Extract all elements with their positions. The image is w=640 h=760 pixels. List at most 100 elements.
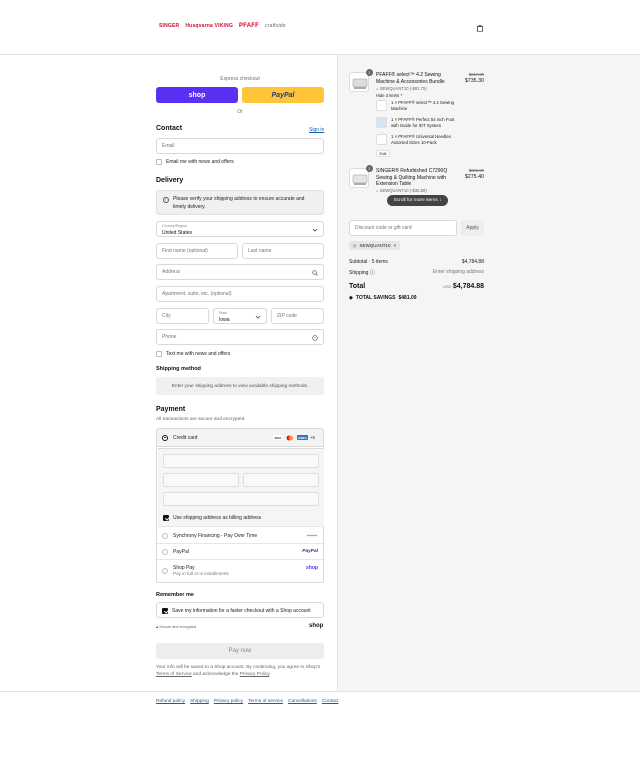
synchrony-radio[interactable]	[162, 532, 168, 539]
chevron-up-icon: ^	[400, 93, 403, 98]
first-name-placeholder: First name (optional)	[162, 248, 208, 254]
more-cards-count: +5	[309, 435, 315, 440]
country-label: Country/Region	[162, 224, 187, 228]
applied-code-label: SEWQUANT10	[359, 243, 391, 248]
shop-logo: shop	[309, 623, 324, 629]
name-on-card-field[interactable]	[163, 492, 319, 506]
shop-pay-button[interactable]: shop	[156, 87, 238, 103]
text-news-checkbox[interactable]: Text me with news and offers	[156, 351, 230, 357]
apartment-field[interactable]: Apartment, suite, etc. (optional)	[156, 286, 324, 302]
total-row: Total USD $4,784.88	[349, 283, 484, 290]
info-icon[interactable]: ⓘ	[370, 270, 375, 276]
sub-item-thumbnail	[376, 100, 387, 111]
total-value: $4,784.88	[452, 283, 484, 290]
help-icon[interactable]: ?	[312, 335, 318, 341]
tag-icon: ⌂	[376, 86, 379, 91]
singer-logo[interactable]: SINGER	[159, 23, 179, 29]
hide-items-label: Hide 3 items	[376, 93, 400, 98]
contact-link[interactable]: Contact	[322, 699, 339, 704]
credit-card-radio[interactable]	[162, 434, 168, 441]
craftside-logo[interactable]: craftside	[265, 23, 286, 29]
arrow-down-icon: ↓	[438, 198, 442, 203]
cancellations-link[interactable]: Cancellations	[288, 699, 317, 704]
pay-now-button[interactable]: Pay now	[156, 643, 324, 659]
discount-code-text: SEWQUANT10 (-$30.59)	[379, 188, 427, 193]
save-info-checkbox[interactable]: Save my information for a faster checkou…	[162, 608, 311, 614]
discount-code-field[interactable]: Discount code or gift card	[349, 220, 457, 236]
remove-code-icon[interactable]: ×	[393, 243, 396, 248]
discount-placeholder: Discount code or gift card	[355, 225, 412, 231]
checkbox-box[interactable]	[156, 159, 162, 165]
email-news-checkbox[interactable]: Email me with news and offers	[156, 159, 234, 165]
state-select[interactable]: State Iowa	[213, 308, 267, 324]
city-field[interactable]: City	[156, 308, 209, 324]
product-thumbnail	[349, 168, 369, 188]
mastercard-icon	[285, 435, 295, 440]
discount-code-applied: ⌂ SEWQUANT10 (-$30.59)	[376, 188, 427, 193]
paypal-radio[interactable]	[162, 548, 168, 555]
visa-icon: VISA	[272, 435, 283, 440]
country-select[interactable]: Country/Region United States	[156, 221, 324, 237]
last-name-field[interactable]: Last name	[242, 243, 324, 259]
zip-field[interactable]: ZIP code	[271, 308, 324, 324]
pfaff-logo[interactable]: PFAFF	[239, 23, 259, 29]
bundle-item: 1 × PFAFF® Perfect 54 inch Foot with Gui…	[391, 117, 455, 128]
shipping-link[interactable]: Shipping	[190, 699, 209, 704]
expiration-field[interactable]	[163, 473, 239, 487]
credit-card-label: Credit card	[173, 434, 198, 441]
terms-of-service-link[interactable]: Terms of service	[248, 699, 283, 704]
savings-value: $481.09	[398, 295, 417, 301]
card-number-field[interactable]	[163, 454, 319, 468]
info-icon: i	[163, 197, 169, 203]
express-checkout-label: Express checkout	[220, 76, 260, 82]
billing-same-checkbox[interactable]: Use shipping address as billing address	[163, 515, 261, 521]
scroll-for-more-pill[interactable]: Scroll for more items ↓	[387, 195, 448, 206]
checkbox-box-checked[interactable]	[163, 515, 169, 521]
shop-pay-radio[interactable]	[162, 568, 168, 574]
sign-in-link[interactable]: Sign in	[309, 127, 324, 133]
email-field[interactable]: Email	[156, 138, 324, 154]
refund-policy-link[interactable]: Refund policy	[156, 699, 185, 704]
shop-pay-logo: shop	[306, 565, 318, 571]
product-name: PFAFF® select™ 4.2 Sewing Machine & Acce…	[376, 72, 445, 85]
credit-card-option[interactable]: Credit card VISA AMEX +5	[157, 429, 323, 447]
footer-links: Refund policy Shipping Privacy policy Te…	[156, 699, 338, 704]
notice-text: Please verify your shipping address to e…	[173, 196, 305, 210]
quantity-badge: 1	[366, 165, 373, 172]
remember-me-heading: Remember me	[156, 592, 194, 598]
paypal-option[interactable]: PayPal PayPal	[157, 544, 323, 560]
country-value: United States	[162, 230, 193, 236]
city-placeholder: City	[162, 313, 171, 319]
state-label: State	[219, 311, 228, 315]
checkbox-box-checked[interactable]	[162, 608, 168, 614]
address-field[interactable]: Address	[156, 264, 324, 280]
security-code-field[interactable]	[243, 473, 319, 487]
apply-button[interactable]: Apply	[461, 220, 484, 236]
edit-bundle-button[interactable]: Edit	[376, 150, 390, 157]
paypal-button[interactable]: PayPal	[242, 87, 324, 103]
total-label: Total	[349, 283, 366, 290]
product-thumbnail	[349, 72, 369, 92]
hide-items-toggle[interactable]: Hide 3 items ^	[376, 93, 402, 98]
shipping-method-heading: Shipping method	[156, 366, 201, 372]
privacy-link[interactable]: Privacy Policy	[240, 672, 270, 677]
billing-same-label: Use shipping address as billing address	[173, 515, 262, 521]
product-price: $275.40	[464, 174, 484, 180]
husqvarna-logo[interactable]: Husqvarna VIKING	[185, 23, 233, 29]
product-name: SINGER® Refurbished C7290Q Sewing & Quil…	[376, 168, 448, 187]
save-info-label: Save my information for a faster checkou…	[172, 608, 311, 614]
brand-logos[interactable]: SINGER Husqvarna VIKING PFAFF craftside	[159, 23, 286, 29]
first-name-field[interactable]: First name (optional)	[156, 243, 238, 259]
checkbox-box[interactable]	[156, 351, 162, 357]
synchrony-option[interactable]: Synchrony Financing - Pay Over Time	[157, 528, 323, 544]
shop-pay-sub: Pay in full or in installments	[173, 571, 229, 576]
tag-icon: ⌂	[376, 188, 379, 193]
quantity-badge: 1	[366, 69, 373, 76]
phone-field[interactable]: Phone ?	[156, 329, 324, 345]
privacy-policy-link[interactable]: Privacy policy	[214, 699, 243, 704]
terms-link[interactable]: Terms of Service	[156, 672, 192, 677]
shop-pay-option[interactable]: Shop Pay Pay in full or in installments …	[157, 560, 323, 582]
shopping-bag-icon[interactable]	[476, 24, 484, 32]
remember-me-box: Save my information for a faster checkou…	[156, 602, 324, 618]
secure-label: 🔒︎ Secure and encrypted	[156, 625, 196, 629]
